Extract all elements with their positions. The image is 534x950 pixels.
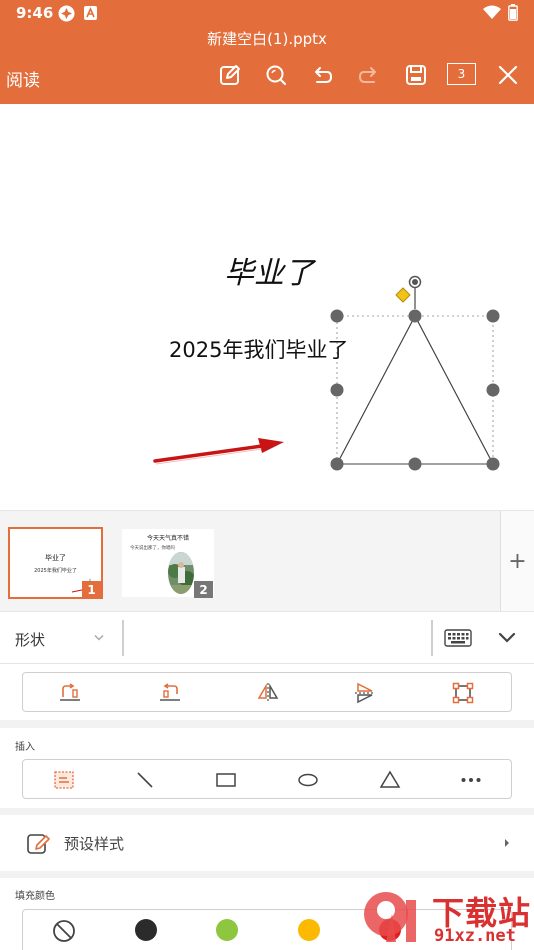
triangle-shape[interactable]: [336, 314, 494, 465]
app-notification-icon: [58, 5, 75, 22]
collapse-panel-icon[interactable]: [498, 632, 516, 644]
rectangle-icon: [216, 773, 236, 787]
divider: [431, 620, 433, 656]
save-icon: [406, 65, 426, 85]
watermark-logo: 下载站 91xz.net: [362, 886, 534, 950]
wifi-icon: [483, 5, 501, 19]
status-time: 9:46: [16, 4, 54, 22]
font-notification-icon: [84, 6, 97, 20]
redo-icon: [358, 67, 376, 83]
thumb-title: 毕业了: [45, 554, 66, 562]
flip-vertical-button[interactable]: [345, 673, 385, 713]
app-root: 9:46 新建空白(1).pptx 阅读 3 毕业了 2025年我们毕业了 毕业…: [0, 0, 534, 950]
chevron-right-icon: [505, 839, 509, 847]
flip-horizontal-icon: [257, 683, 279, 703]
color-swatch-yellow[interactable]: [298, 919, 320, 941]
preset-style-row[interactable]: 预设样式: [0, 815, 534, 871]
thumb-title: 今天天气真不错: [146, 535, 189, 542]
arrange-toolbar: [22, 672, 512, 712]
status-bar: 9:46: [0, 0, 534, 26]
slide-thumbnail-strip: 毕业了 2025年我们毕业了 1 今天天气真不错 今天说出那了，你唱吗 2 +: [0, 510, 534, 612]
read-mode-button[interactable]: 阅读: [6, 66, 40, 91]
edit-points-icon: [452, 682, 474, 704]
document-title: 新建空白(1).pptx: [207, 30, 327, 48]
insert-line-button[interactable]: [125, 760, 165, 800]
fill-color-label: 填充颜色: [15, 891, 55, 902]
insert-toolbar: [22, 759, 512, 799]
red-arrow-shape[interactable]: [153, 438, 284, 465]
add-slide-button[interactable]: +: [500, 511, 534, 611]
battery-icon: [508, 4, 518, 21]
insert-more-button[interactable]: [451, 760, 491, 800]
bring-forward-button[interactable]: [50, 673, 90, 713]
bring-forward-icon: [60, 683, 80, 701]
slide-drawing: [153, 275, 500, 471]
flip-horizontal-button[interactable]: [248, 673, 288, 713]
slide-number-badge: 2: [194, 581, 213, 598]
thumb-subtitle: 2025年我们毕业了: [34, 568, 77, 574]
divider: [122, 620, 124, 656]
textbox-icon: [54, 771, 74, 789]
close-button[interactable]: [494, 62, 522, 88]
line-icon: [137, 772, 153, 788]
header: 9:46 新建空白(1).pptx 阅读 3: [0, 0, 534, 104]
search-button[interactable]: [262, 62, 290, 88]
thumb-photo: [168, 552, 194, 594]
insert-textbox-button[interactable]: [44, 760, 84, 800]
slide-subtitle[interactable]: 2025年我们毕业了: [169, 334, 348, 364]
color-swatch-black[interactable]: [135, 919, 157, 941]
flip-vertical-icon: [355, 682, 375, 704]
color-swatch-green[interactable]: [216, 919, 238, 941]
insert-panel: 插入: [0, 728, 534, 808]
insert-triangle-button[interactable]: [370, 760, 410, 800]
slide-number-badge: 1: [82, 581, 101, 598]
edit-points-button[interactable]: [443, 673, 483, 713]
send-backward-button[interactable]: [150, 673, 190, 713]
insert-rectangle-button[interactable]: [206, 760, 246, 800]
watermark-domain: 91xz.net: [434, 926, 516, 946]
ellipse-icon: [298, 773, 318, 787]
arrange-panel: [0, 664, 534, 720]
redo-button[interactable]: [355, 62, 383, 88]
save-button[interactable]: [402, 62, 430, 88]
preset-style-icon: [27, 834, 50, 854]
undo-icon: [315, 67, 333, 83]
edit-button[interactable]: [216, 62, 244, 88]
more-icon: [461, 778, 481, 782]
undo-button[interactable]: [308, 62, 336, 88]
slide-canvas[interactable]: 毕业了 2025年我们毕业了: [0, 104, 534, 510]
triangle-icon: [379, 770, 401, 788]
selection-handles[interactable]: [330, 275, 500, 471]
chevron-down-icon[interactable]: [94, 634, 104, 642]
insert-label: 插入: [15, 742, 35, 753]
search-icon: [266, 65, 287, 86]
insert-ellipse-button[interactable]: [288, 760, 328, 800]
keyboard-icon[interactable]: [444, 629, 472, 647]
page-count-button[interactable]: 3: [447, 63, 476, 85]
send-backward-icon: [160, 683, 180, 701]
shape-category-select[interactable]: 形状: [15, 629, 45, 650]
edit-icon: [220, 65, 240, 85]
no-fill-icon[interactable]: [52, 919, 76, 943]
slide-title[interactable]: 毕业了: [0, 248, 534, 292]
preset-style-label: 预设样式: [64, 835, 125, 853]
close-icon: [498, 65, 518, 85]
shape-toolbar: 形状: [0, 612, 534, 664]
